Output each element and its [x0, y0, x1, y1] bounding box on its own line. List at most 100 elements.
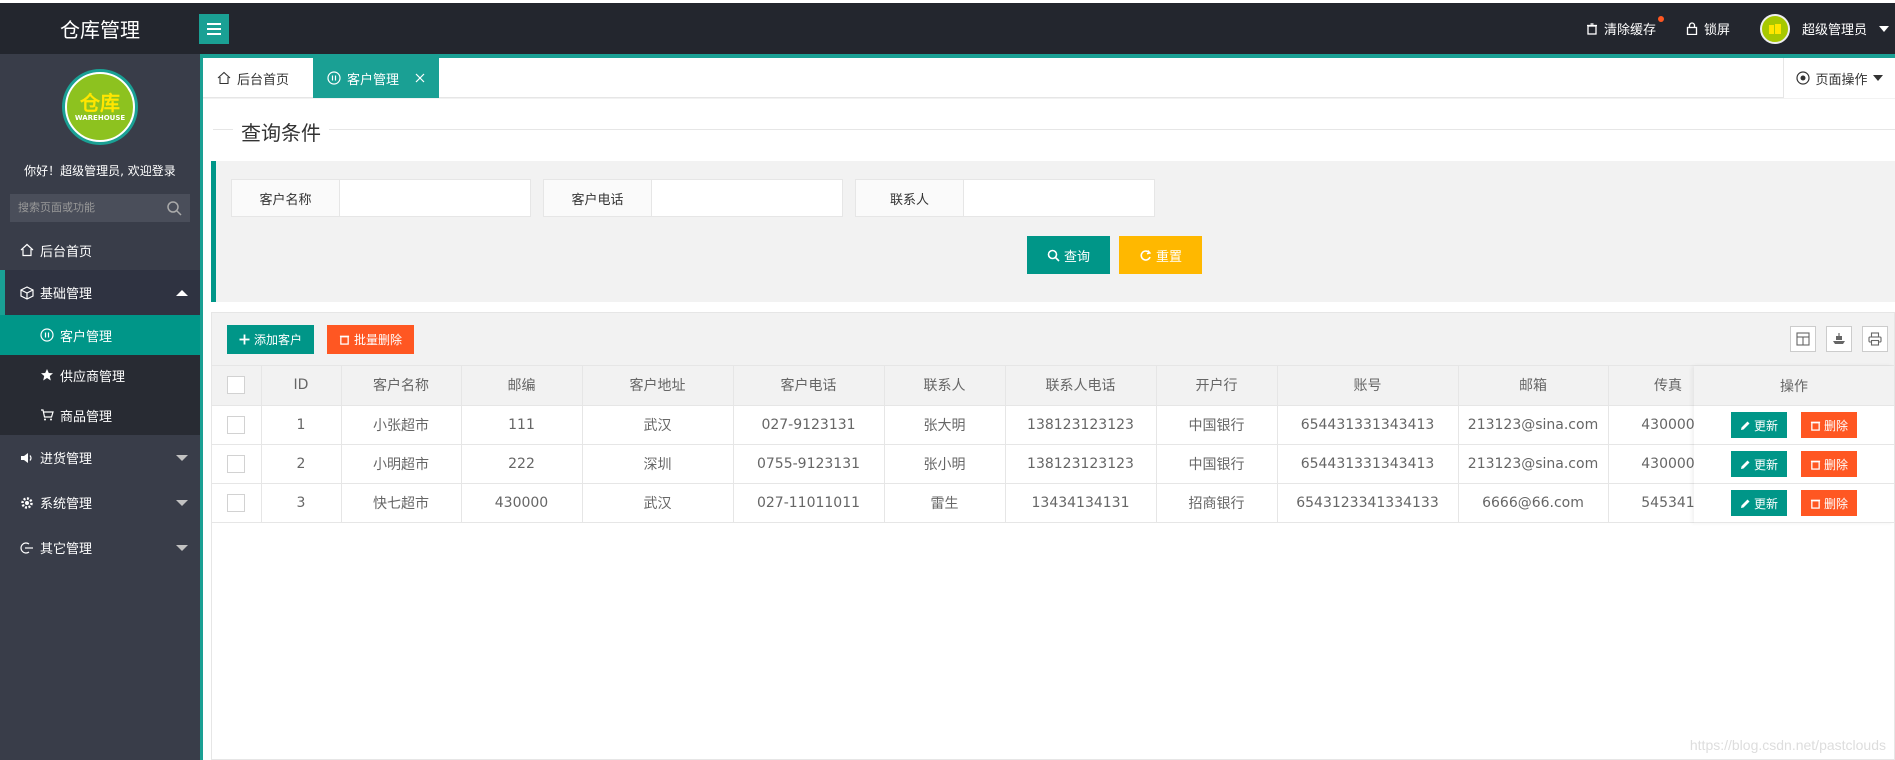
table-cell: 6666@66.com [1458, 483, 1609, 523]
delete-label: 删除 [1824, 418, 1849, 433]
sidebar-item-label: 进货管理 [40, 452, 93, 467]
sidebar-item-basic[interactable]: 基础管理 [0, 270, 200, 315]
customer-name-input[interactable] [340, 180, 530, 216]
tab-home[interactable]: 后台首页 [203, 58, 303, 98]
columns-filter-icon[interactable] [1790, 326, 1816, 352]
table-cell: 深圳 [582, 444, 734, 484]
table-toolbar: 添加客户 批量删除 [212, 313, 1894, 366]
column-header[interactable]: 邮箱 [1458, 366, 1609, 406]
table-cell: 武汉 [582, 483, 734, 523]
batch-delete-button[interactable]: 批量删除 [327, 325, 414, 354]
export-icon[interactable] [1826, 326, 1852, 352]
contact-input[interactable] [964, 180, 1154, 216]
column-header[interactable]: 客户名称 [341, 366, 462, 406]
customer-phone-input[interactable] [652, 180, 842, 216]
clear-cache-label: 清除缓存 [1603, 23, 1656, 38]
sidebar-subitem-suppliers[interactable]: 供应商管理 [0, 355, 200, 395]
table-cell: 雷生 [884, 483, 1006, 523]
column-header[interactable]: 账号 [1277, 366, 1459, 406]
table-cell: 430000 [461, 483, 583, 523]
sidebar-item-purchase[interactable]: 进货管理 [0, 435, 200, 480]
table-cell: 13434134131 [1005, 483, 1157, 523]
table-header-row: ID 客户名称 邮编 客户地址 客户电话 联系人 联系人电话 开户行 账号 邮箱… [212, 366, 1729, 406]
column-header[interactable]: 客户电话 [733, 366, 885, 406]
table-cell: 138123123123 [1005, 444, 1157, 484]
table-cell: 213123@sina.com [1458, 405, 1609, 445]
field-label: 客户名称 [232, 180, 340, 216]
row-select-cell [212, 444, 262, 484]
table-cell: 2 [261, 444, 342, 484]
reset-button[interactable]: 重置 [1119, 236, 1202, 274]
table-cell: 222 [461, 444, 583, 484]
table-cell: 027-11011011 [733, 483, 885, 523]
table-cell: 654431331343413 [1277, 405, 1459, 445]
grid-icon [1796, 332, 1810, 346]
column-header[interactable]: 开户行 [1156, 366, 1278, 406]
table-cell: 中国银行 [1156, 444, 1278, 484]
logo-text-sub: WAREHOUSE [74, 114, 126, 122]
printer-icon [1868, 332, 1882, 346]
edit-button[interactable]: 更新 [1730, 412, 1787, 438]
search-button[interactable]: 查询 [1027, 236, 1110, 274]
sidebar-search-input[interactable] [10, 194, 190, 222]
print-icon[interactable] [1862, 326, 1888, 352]
table-cell: 213123@sina.com [1458, 444, 1609, 484]
search-icon [1047, 249, 1060, 262]
user-menu[interactable]: 超级管理员 [1759, 13, 1889, 44]
warehouse-logo-icon [1768, 23, 1781, 34]
delete-button[interactable]: 删除 [1801, 451, 1858, 477]
column-header[interactable]: 客户地址 [582, 366, 734, 406]
close-icon[interactable] [415, 73, 425, 83]
row-checkbox[interactable] [227, 493, 246, 512]
cube-icon [20, 285, 34, 300]
search-icon[interactable] [166, 200, 182, 216]
clear-cache-button[interactable]: 清除缓存 [1586, 16, 1664, 38]
sidebar-avatar: 仓库 WAREHOUSE [62, 69, 138, 145]
tab-label: 客户管理 [347, 72, 400, 88]
add-customer-button[interactable]: 添加客户 [227, 325, 314, 354]
row-checkbox[interactable] [227, 454, 246, 473]
pencil-icon [1740, 421, 1750, 430]
table-cell: 小明超市 [341, 444, 462, 484]
sidebar-item-other[interactable]: 其它管理 [0, 525, 200, 570]
chevron-down-icon [176, 454, 188, 461]
table-row: 3 快七超市 430000 武汉 027-11011011 雷生 1343413… [212, 483, 1729, 523]
edit-button[interactable]: 更新 [1730, 490, 1787, 516]
speaker-icon [21, 452, 32, 463]
page-operations-dropdown[interactable]: 页面操作 [1783, 58, 1895, 98]
table-cell: 6543123341334133 [1277, 483, 1459, 523]
star-icon [41, 369, 53, 381]
column-header[interactable]: 邮编 [461, 366, 583, 406]
fieldset-line [213, 129, 1895, 130]
sidebar-subitem-products[interactable]: 商品管理 [0, 395, 200, 435]
pencil-icon [1740, 460, 1750, 469]
pause-circle-icon [40, 328, 54, 342]
main-content: 查询条件 客户名称 客户电话 联系人 查询 重置 添加客户 批量删除 ID 客户… [203, 99, 1895, 760]
table-cell: 138123123123 [1005, 405, 1157, 445]
field-label: 联系人 [856, 180, 964, 216]
column-header[interactable]: ID [261, 366, 342, 406]
column-header[interactable]: 联系人电话 [1005, 366, 1157, 406]
edit-button[interactable]: 更新 [1730, 451, 1787, 477]
menu-toggle-button[interactable] [199, 14, 229, 44]
sidebar-item-system[interactable]: 系统管理 [0, 480, 200, 525]
query-fieldset: 查询条件 [203, 99, 1895, 146]
delete-button[interactable]: 删除 [1801, 412, 1858, 438]
select-all-checkbox[interactable] [227, 376, 246, 395]
table-row: 2 小明超市 222 深圳 0755-9123131 张小明 138123123… [212, 444, 1729, 484]
page-operations-label: 页面操作 [1815, 72, 1868, 88]
sidebar-item-home[interactable]: 后台首页 [0, 230, 200, 270]
add-customer-label: 添加客户 [253, 333, 302, 347]
search-button-label: 查询 [1063, 249, 1090, 265]
radio-dot-icon [1796, 71, 1811, 85]
sidebar-subitem-customers[interactable]: 客户管理 [0, 315, 200, 355]
header-actions: 清除缓存 锁屏 超级管理员 [1586, 3, 1895, 54]
column-header[interactable]: 联系人 [884, 366, 1006, 406]
table-cell: 3 [261, 483, 342, 523]
tab-customers[interactable]: 客户管理 [313, 58, 440, 98]
row-checkbox[interactable] [227, 415, 246, 434]
chevron-down-icon [1872, 75, 1883, 81]
hamburger-icon [207, 23, 221, 25]
delete-button[interactable]: 删除 [1801, 490, 1858, 516]
lock-screen-button[interactable]: 锁屏 [1686, 19, 1730, 38]
